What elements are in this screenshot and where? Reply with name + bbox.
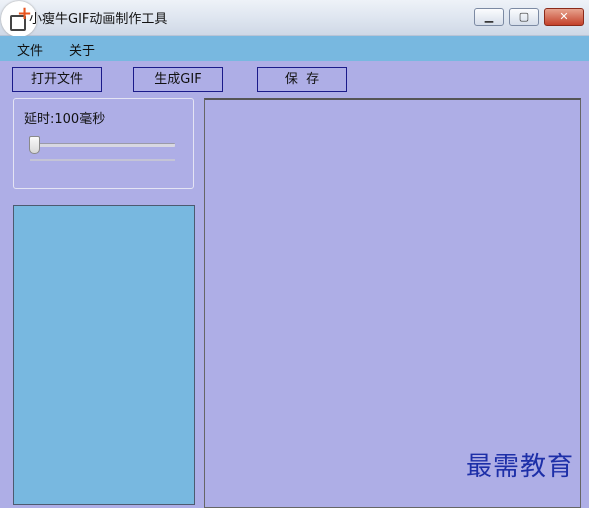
generate-gif-button[interactable]: 生成GIF <box>133 67 223 92</box>
delay-slider-tick-line <box>30 159 175 161</box>
frame-list-panel[interactable] <box>13 205 195 505</box>
watermark-text: 最需教育 <box>466 452 575 482</box>
menu-about[interactable]: 关于 <box>69 40 95 59</box>
delay-group: 延时:100毫秒 <box>13 98 194 189</box>
window-title: 小瘦牛GIF动画制作工具 <box>29 12 168 27</box>
delay-label: 延时:100毫秒 <box>24 112 106 127</box>
title-bar: + 小瘦牛GIF动画制作工具 ▁ ▢ ✕ <box>0 0 589 37</box>
delay-slider-track[interactable] <box>30 143 175 147</box>
close-button[interactable]: ✕ <box>544 8 584 26</box>
delay-slider-thumb[interactable] <box>29 136 40 154</box>
maximize-button[interactable]: ▢ <box>509 8 539 26</box>
minimize-button[interactable]: ▁ <box>474 8 504 26</box>
menu-file[interactable]: 文件 <box>17 40 43 59</box>
menu-bar: 文件 关于 <box>0 36 589 61</box>
open-file-button[interactable]: 打开文件 <box>12 67 102 92</box>
save-button[interactable]: 保 存 <box>257 67 347 92</box>
